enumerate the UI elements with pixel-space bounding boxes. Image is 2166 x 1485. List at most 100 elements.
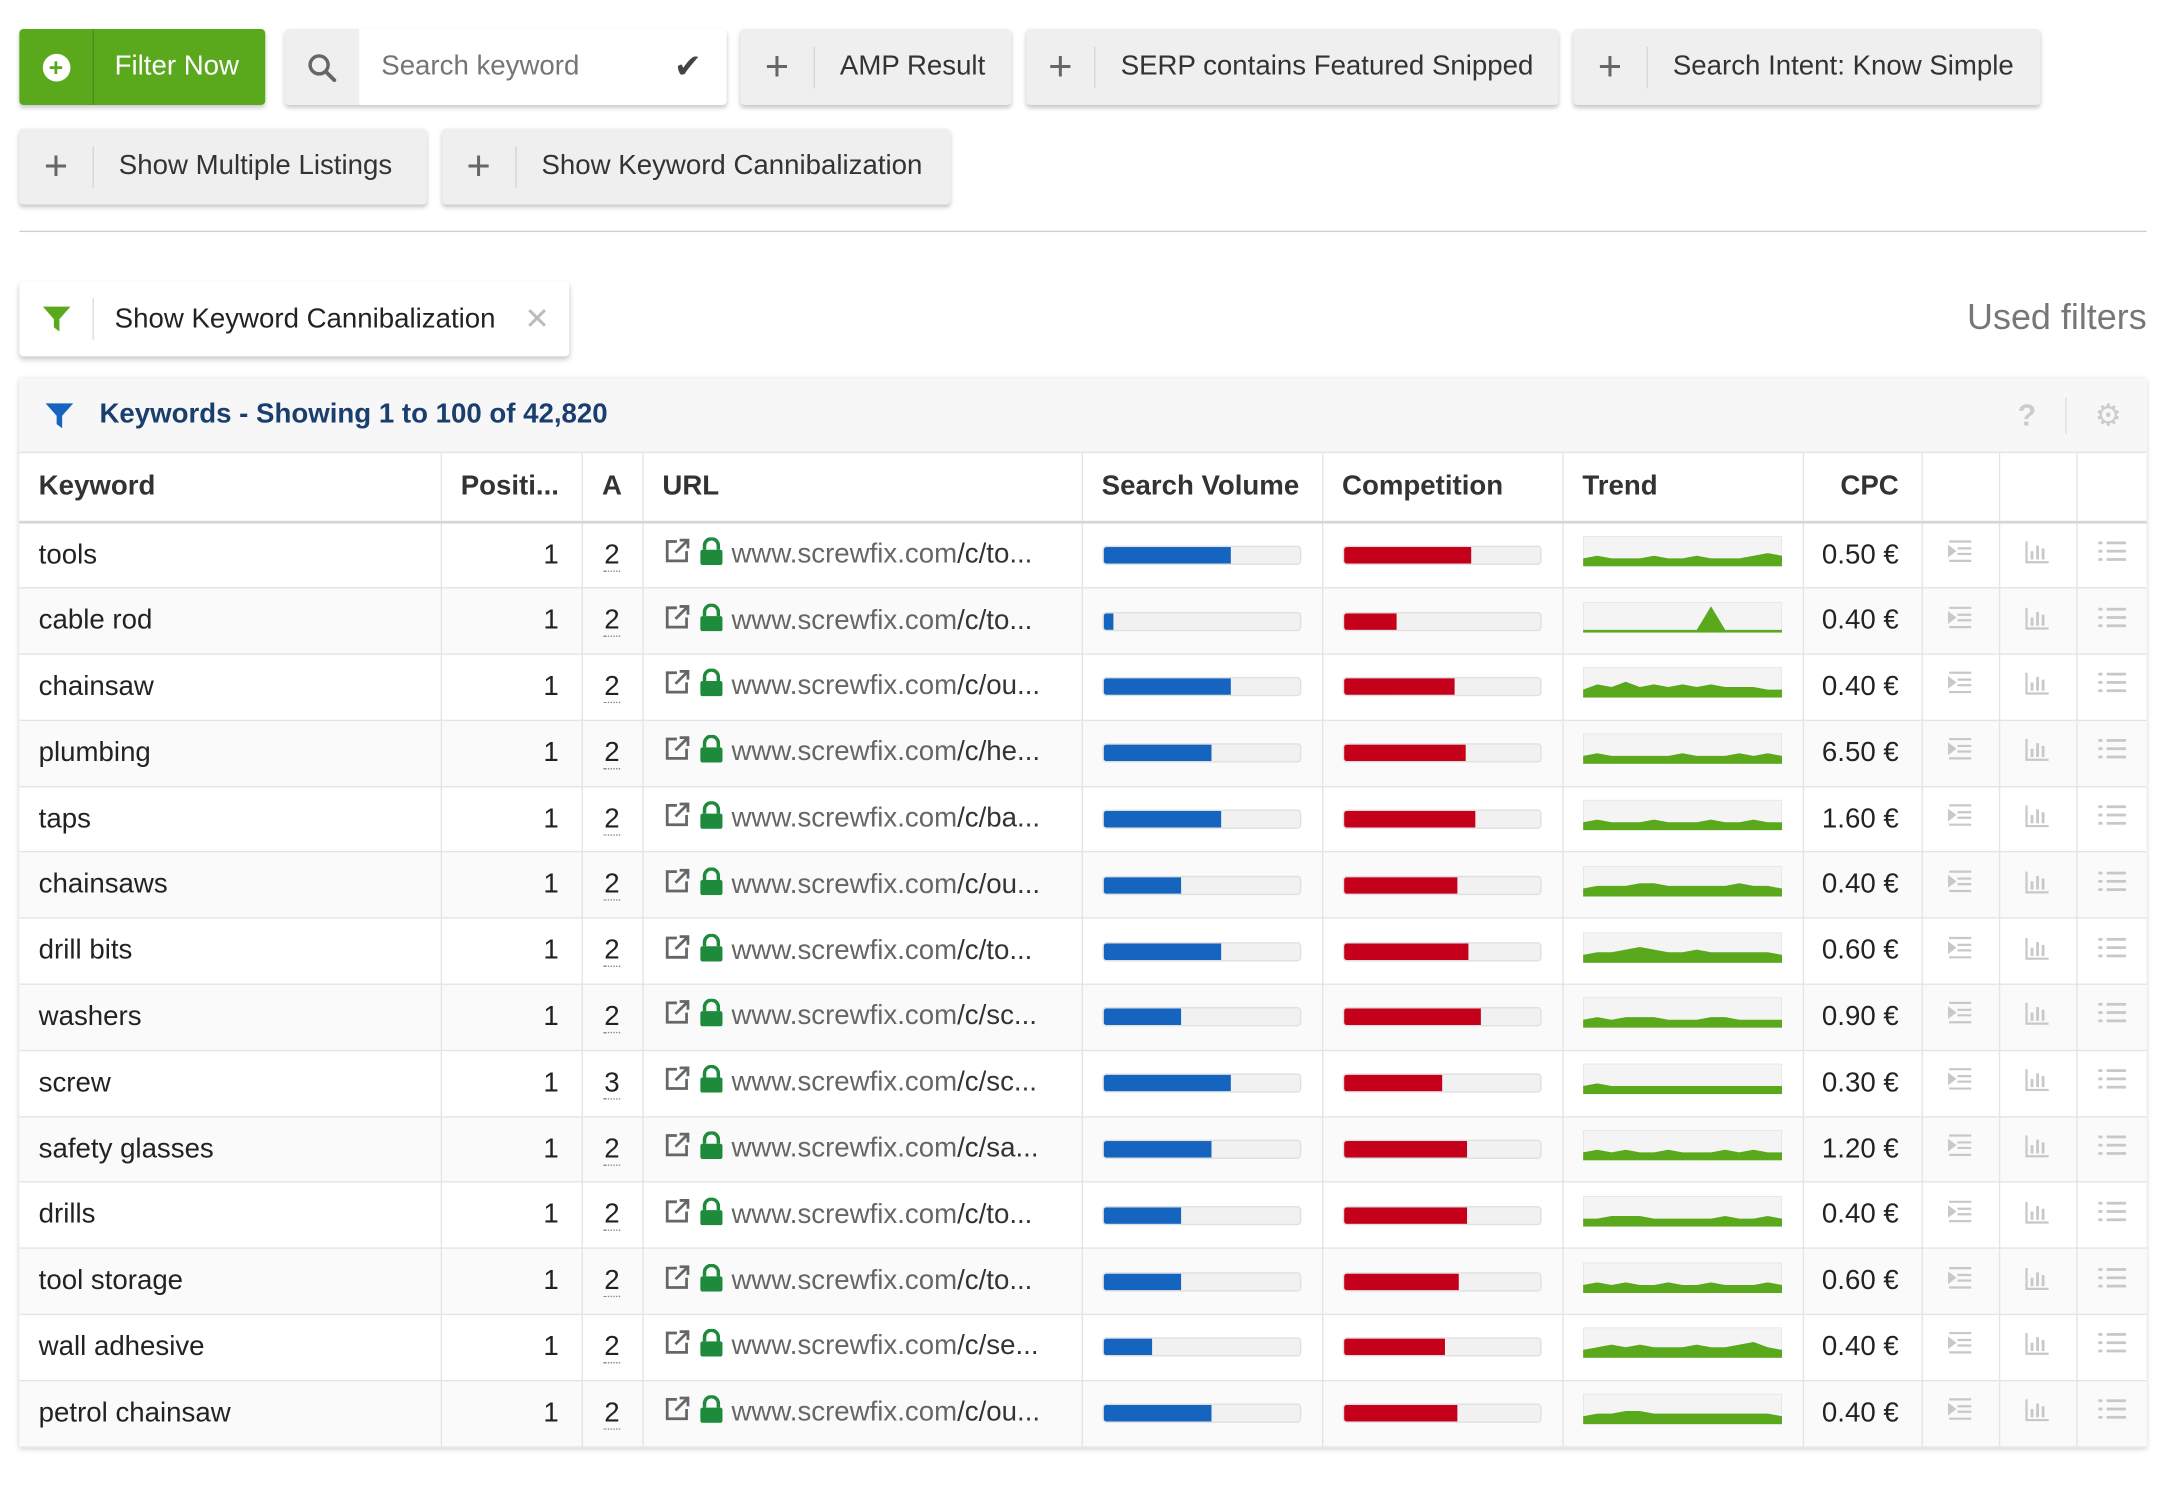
keyword-cell[interactable]: plumbing (19, 720, 442, 787)
chart-icon[interactable] (1998, 786, 2077, 853)
a-cell[interactable]: 2 (581, 654, 644, 721)
gear-icon[interactable]: ⚙ (2095, 398, 2122, 434)
keyword-cell[interactable]: drill bits (19, 918, 442, 986)
url-cell[interactable]: www.screwfix.com/c/ba... (642, 786, 1083, 853)
chart-icon[interactable] (1998, 522, 2077, 589)
url-cell[interactable]: www.screwfix.com/c/se... (642, 1314, 1083, 1382)
list-icon[interactable] (2076, 918, 2147, 986)
list-icon[interactable] (2076, 1248, 2147, 1316)
serp-details-icon[interactable] (1921, 720, 2000, 787)
amp-result-filter-button[interactable]: + AMP Result (740, 29, 1012, 105)
column-header-position[interactable]: Positi... (440, 453, 583, 524)
chart-icon[interactable] (1998, 1380, 2077, 1448)
serp-details-icon[interactable] (1921, 1314, 2000, 1382)
serp-details-icon[interactable] (1921, 984, 2000, 1052)
external-link-icon[interactable] (662, 603, 690, 639)
column-header-competition[interactable]: Competition (1321, 453, 1564, 524)
external-link-icon[interactable] (662, 1396, 690, 1432)
url-cell[interactable]: www.screwfix.com/c/to... (642, 1248, 1083, 1316)
external-link-icon[interactable] (662, 933, 690, 969)
serp-details-icon[interactable] (1921, 522, 2000, 589)
list-icon[interactable] (2076, 1380, 2147, 1448)
external-link-icon[interactable] (662, 1131, 690, 1167)
serp-details-icon[interactable] (1921, 1050, 2000, 1118)
url-cell[interactable]: www.screwfix.com/c/sa... (642, 1116, 1083, 1184)
keyword-cannibalization-filter-button[interactable]: + Show Keyword Cannibalization (442, 128, 951, 205)
a-cell[interactable]: 2 (581, 984, 644, 1052)
check-icon[interactable]: ✔ (674, 47, 702, 87)
url-cell[interactable]: www.screwfix.com/c/ou... (642, 1380, 1083, 1448)
a-cell[interactable]: 2 (581, 918, 644, 986)
serp-details-icon[interactable] (1921, 1248, 2000, 1316)
external-link-icon[interactable] (662, 1264, 690, 1300)
a-cell[interactable]: 2 (581, 1248, 644, 1316)
external-link-icon[interactable] (662, 1330, 690, 1366)
serp-details-icon[interactable] (1921, 852, 2000, 920)
chart-icon[interactable] (1998, 1182, 2077, 1250)
url-cell[interactable]: www.screwfix.com/c/to... (642, 1182, 1083, 1250)
chart-icon[interactable] (1998, 1248, 2077, 1316)
external-link-icon[interactable] (662, 669, 690, 705)
serp-details-icon[interactable] (1921, 1116, 2000, 1184)
keyword-cell[interactable]: drills (19, 1182, 442, 1250)
remove-filter-icon[interactable]: ✕ (524, 301, 549, 337)
keyword-cell[interactable]: washers (19, 984, 442, 1052)
chart-icon[interactable] (1998, 654, 2077, 721)
url-cell[interactable]: www.screwfix.com/c/to... (642, 588, 1083, 655)
list-icon[interactable] (2076, 852, 2147, 920)
column-header-trend[interactable]: Trend (1562, 453, 1804, 524)
active-filter-chip[interactable]: Show Keyword Cannibalization ✕ (19, 281, 570, 357)
keyword-cell[interactable]: tool storage (19, 1248, 442, 1316)
url-cell[interactable]: www.screwfix.com/c/ou... (642, 852, 1083, 920)
keyword-cell[interactable]: chainsaws (19, 852, 442, 920)
keyword-cell[interactable]: petrol chainsaw (19, 1380, 442, 1448)
serp-details-icon[interactable] (1921, 654, 2000, 721)
keyword-cell[interactable]: wall adhesive (19, 1314, 442, 1382)
help-icon[interactable]: ? (2018, 398, 2037, 434)
external-link-icon[interactable] (662, 801, 690, 837)
keyword-cell[interactable]: screw (19, 1050, 442, 1118)
featured-snippet-filter-button[interactable]: + SERP contains Featured Snipped (1026, 29, 1559, 105)
chart-icon[interactable] (1998, 1314, 2077, 1382)
list-icon[interactable] (2076, 1314, 2147, 1382)
a-cell[interactable]: 2 (581, 852, 644, 920)
url-cell[interactable]: www.screwfix.com/c/ou... (642, 654, 1083, 721)
list-icon[interactable] (2076, 588, 2147, 655)
url-cell[interactable]: www.screwfix.com/c/he... (642, 720, 1083, 787)
external-link-icon[interactable] (662, 538, 690, 574)
a-cell[interactable]: 2 (581, 1116, 644, 1184)
list-icon[interactable] (2076, 522, 2147, 589)
a-cell[interactable]: 2 (581, 522, 644, 589)
keyword-cell[interactable]: cable rod (19, 588, 442, 655)
search-intent-filter-button[interactable]: + Search Intent: Know Simple (1573, 29, 2041, 105)
keyword-cell[interactable]: tools (19, 522, 442, 589)
external-link-icon[interactable] (662, 999, 690, 1035)
column-header-keyword[interactable]: Keyword (19, 453, 442, 524)
external-link-icon[interactable] (662, 1065, 690, 1101)
chart-icon[interactable] (1998, 1050, 2077, 1118)
a-cell[interactable]: 2 (581, 720, 644, 787)
a-cell[interactable]: 2 (581, 1380, 644, 1448)
list-icon[interactable] (2076, 1050, 2147, 1118)
chart-icon[interactable] (1998, 720, 2077, 787)
keyword-cell[interactable]: taps (19, 786, 442, 853)
a-cell[interactable]: 2 (581, 588, 644, 655)
a-cell[interactable]: 3 (581, 1050, 644, 1118)
list-icon[interactable] (2076, 1182, 2147, 1250)
chart-icon[interactable] (1998, 918, 2077, 986)
chart-icon[interactable] (1998, 588, 2077, 655)
filter-now-button[interactable]: + Filter Now (19, 29, 266, 105)
a-cell[interactable]: 2 (581, 1182, 644, 1250)
serp-details-icon[interactable] (1921, 1182, 2000, 1250)
serp-details-icon[interactable] (1921, 918, 2000, 986)
chart-icon[interactable] (1998, 852, 2077, 920)
external-link-icon[interactable] (662, 867, 690, 903)
serp-details-icon[interactable] (1921, 786, 2000, 853)
a-cell[interactable]: 2 (581, 786, 644, 853)
serp-details-icon[interactable] (1921, 1380, 2000, 1448)
list-icon[interactable] (2076, 654, 2147, 721)
multiple-listings-filter-button[interactable]: + Show Multiple Listings (19, 128, 427, 205)
chart-icon[interactable] (1998, 984, 2077, 1052)
column-header-url[interactable]: URL (642, 453, 1083, 524)
serp-details-icon[interactable] (1921, 588, 2000, 655)
